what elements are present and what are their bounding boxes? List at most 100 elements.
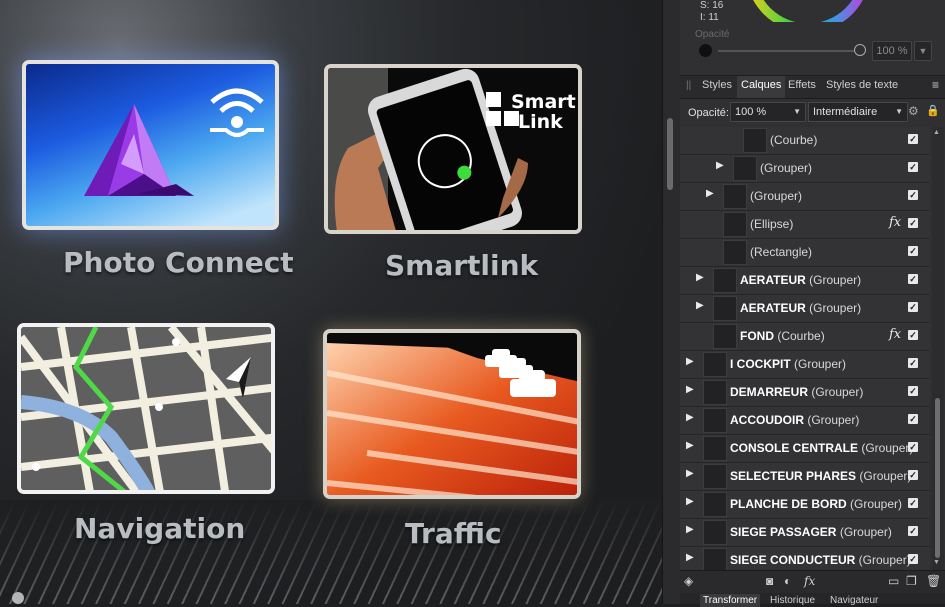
layer-name[interactable]: (Ellipse) [750,217,793,231]
visibility-checkbox[interactable]: ✓ [908,386,918,396]
expand-arrow-icon[interactable]: ▶ [686,468,694,479]
layer-name[interactable]: I COCKPIT (Grouper) [730,357,846,371]
layer-row[interactable]: ▶ (Grouper) ✓ [680,183,930,211]
layer-row[interactable]: FOND (Courbe) fx ✓ [680,323,930,351]
color-wheel-icon[interactable] [738,0,878,22]
delete-layer-icon[interactable]: 🗑 [926,574,941,588]
duplicate-layer-icon[interactable]: ❐ [906,574,917,588]
expand-arrow-icon[interactable]: ▶ [696,272,704,283]
layer-thumbnail[interactable] [703,408,727,433]
layer-row[interactable]: ▶ SIEGE CONDUCTEUR (Grouper) ✓ [680,547,930,570]
layer-thumbnail[interactable] [703,464,727,489]
layer-row[interactable]: ▶ CONSOLE CENTRALE (Grouper) ✓ [680,435,930,463]
tile-photo-connect[interactable] [22,60,279,230]
fx-icon[interactable]: fx [889,215,901,230]
visibility-checkbox[interactable]: ✓ [908,554,918,564]
visibility-checkbox[interactable]: ✓ [908,470,918,480]
visibility-checkbox[interactable]: ✓ [908,498,918,508]
visibility-checkbox[interactable]: ✓ [908,274,918,284]
layer-name[interactable]: PLANCHE DE BORD (Grouper) [730,497,902,511]
layer-name[interactable]: ACCOUDOIR (Grouper) [730,413,859,427]
layer-name[interactable]: AERATEUR (Grouper) [740,273,861,287]
layer-name[interactable]: CONSOLE CENTRALE (Grouper) [730,441,913,455]
layer-thumbnail[interactable] [743,128,767,153]
document-canvas[interactable]: Photo Connect Smart Link Smartlink Navig… [0,0,662,604]
layer-name[interactable]: SELECTEUR PHARES (Grouper) [730,469,911,483]
tile-traffic[interactable] [323,329,581,499]
adjustment-layer-icon[interactable]: ◐ [784,574,791,588]
scroll-up-icon[interactable]: ▲ [933,129,940,136]
canvas-scrollbar-thumb[interactable] [667,118,673,190]
tab-transformer[interactable]: Transformer [700,594,761,607]
visibility-checkbox[interactable]: ✓ [908,526,918,536]
color-opacity-field[interactable]: 100 % [872,41,912,61]
opacity-slider-track[interactable] [718,50,858,52]
layer-row[interactable]: ▶ AERATEUR (Grouper) ✓ [680,295,930,323]
expand-arrow-icon[interactable]: ▶ [696,300,704,311]
layer-row[interactable]: (Rectangle) ✓ [680,239,930,267]
layers-scrollbar-thumb[interactable] [935,398,940,558]
grip-icon[interactable]: || [686,80,691,91]
visibility-checkbox[interactable]: ✓ [908,414,918,424]
visibility-checkbox[interactable]: ✓ [908,218,918,228]
layer-thumbnail[interactable] [713,268,737,293]
layer-thumbnail[interactable] [723,184,747,209]
visibility-checkbox[interactable]: ✓ [908,358,918,368]
visibility-checkbox[interactable]: ✓ [908,302,918,312]
layer-thumbnail[interactable] [733,156,757,181]
canvas-scrollbar[interactable] [662,0,681,604]
layer-name[interactable]: FOND (Courbe) [740,329,825,343]
layer-row[interactable]: ▶ DEMARREUR (Grouper) ✓ [680,379,930,407]
layer-name[interactable]: SIEGE PASSAGER (Grouper) [730,525,892,539]
layer-name[interactable]: DEMARREUR (Grouper) [730,385,863,399]
opacity-slider-knob[interactable] [854,44,866,56]
tab-styles-de-texte[interactable]: Styles de texte [826,79,898,91]
expand-arrow-icon[interactable]: ▶ [686,496,694,507]
layer-row[interactable]: ▶ SIEGE PASSAGER (Grouper) ✓ [680,519,930,547]
layer-thumbnail[interactable] [703,492,727,517]
layer-thumbnail[interactable] [703,548,727,570]
layer-row[interactable]: (Courbe) ✓ [680,127,930,155]
layer-row[interactable]: ▶ ACCOUDOIR (Grouper) ✓ [680,407,930,435]
opacity-slider-min-knob[interactable] [699,44,712,57]
layer-thumbnail[interactable] [723,212,747,237]
visibility-checkbox[interactable]: ✓ [908,162,918,172]
mask-layer-icon[interactable]: ◙ [766,574,773,588]
color-opacity-dropdown[interactable]: ▼ [914,41,932,61]
layer-row[interactable]: (Ellipse) fx ✓ [680,211,930,239]
layer-name[interactable]: SIEGE CONDUCTEUR (Grouper) [730,553,911,567]
blend-mode-select[interactable]: Intermédiaire ▼ [808,102,908,122]
layer-thumbnail[interactable] [723,240,747,265]
visibility-checkbox[interactable]: ✓ [908,330,918,340]
visibility-checkbox[interactable]: ✓ [908,190,918,200]
tab-historique[interactable]: Historique [770,595,815,606]
layer-name[interactable]: (Rectangle) [750,245,812,259]
tile-smartlink[interactable]: Smart Link [324,64,582,234]
new-layer-icon[interactable]: ▭ [888,574,899,588]
layer-thumbnail[interactable] [703,380,727,405]
layer-row[interactable]: ▶ PLANCHE DE BORD (Grouper) ✓ [680,491,930,519]
expand-arrow-icon[interactable]: ▶ [686,384,694,395]
visibility-checkbox[interactable]: ✓ [908,134,918,144]
layer-thumbnail[interactable] [703,352,727,377]
tile-navigation[interactable] [17,323,275,494]
fx-icon[interactable]: fx [889,327,901,342]
expand-arrow-icon[interactable]: ▶ [706,188,714,199]
tab-navigateur[interactable]: Navigateur [830,595,878,606]
visibility-checkbox[interactable]: ✓ [908,442,918,452]
tab-effets[interactable]: Effets [788,79,816,91]
panel-menu-icon[interactable]: ≡ [932,78,939,92]
expand-arrow-icon[interactable]: ▶ [686,356,694,367]
layer-name[interactable]: (Courbe) [770,133,817,147]
layer-row[interactable]: ▶ SELECTEUR PHARES (Grouper) ✓ [680,463,930,491]
visibility-checkbox[interactable]: ✓ [908,246,918,256]
layer-name[interactable]: (Grouper) [760,161,812,175]
layer-name[interactable]: AERATEUR (Grouper) [740,301,861,315]
gear-icon[interactable]: ⚙ [908,104,919,118]
layer-name[interactable]: (Grouper) [750,189,802,203]
layer-row[interactable]: ▶ I COCKPIT (Grouper) ✓ [680,351,930,379]
layer-thumbnail[interactable] [713,296,737,321]
canvas-handle[interactable] [12,592,24,604]
layer-row[interactable]: ▶ AERATEUR (Grouper) ✓ [680,267,930,295]
scroll-down-icon[interactable]: ▼ [933,559,940,566]
